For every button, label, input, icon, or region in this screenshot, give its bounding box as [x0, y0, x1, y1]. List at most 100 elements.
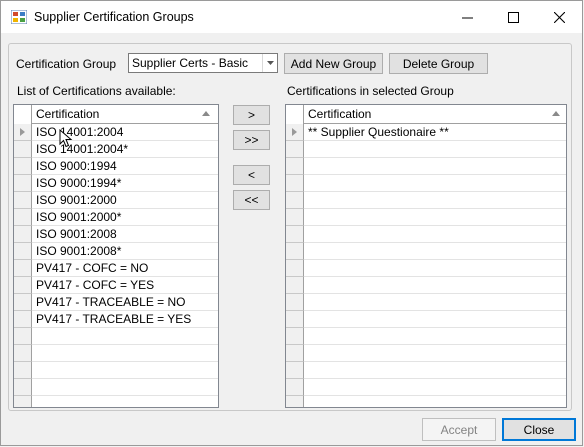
certification-cell[interactable]: PV417 - COFC = YES — [32, 277, 218, 294]
certification-cell[interactable]: ISO 9000:1994* — [32, 175, 218, 192]
row-header[interactable] — [286, 277, 304, 294]
table-row[interactable]: PV417 - TRACEABLE = YES — [14, 311, 218, 328]
certification-cell[interactable] — [304, 226, 566, 243]
row-header[interactable] — [14, 362, 32, 379]
row-header[interactable] — [286, 158, 304, 175]
table-row[interactable]: ISO 9000:1994 — [14, 158, 218, 175]
certification-cell[interactable] — [32, 396, 218, 407]
certification-cell[interactable]: PV417 - COFC = NO — [32, 260, 218, 277]
row-header[interactable] — [14, 396, 32, 407]
table-row[interactable]: ISO 9001:2008 — [14, 226, 218, 243]
empty-row[interactable] — [286, 294, 566, 311]
empty-row[interactable] — [286, 379, 566, 396]
accept-button[interactable]: Accept — [422, 418, 496, 441]
empty-row[interactable] — [14, 396, 218, 407]
add-new-group-button[interactable]: Add New Group — [284, 53, 383, 74]
certification-cell[interactable] — [32, 379, 218, 396]
row-header[interactable] — [286, 362, 304, 379]
row-header[interactable] — [286, 379, 304, 396]
row-header[interactable] — [286, 294, 304, 311]
minimize-button[interactable] — [444, 1, 490, 33]
empty-row[interactable] — [286, 192, 566, 209]
certification-cell[interactable]: ISO 9001:2000 — [32, 192, 218, 209]
empty-row[interactable] — [14, 345, 218, 362]
row-header[interactable] — [14, 379, 32, 396]
available-certifications-grid[interactable]: Certification ISO 14001:2004 ISO 14001:20… — [13, 104, 219, 408]
certification-cell[interactable] — [32, 362, 218, 379]
empty-row[interactable] — [286, 243, 566, 260]
certification-cell[interactable] — [304, 362, 566, 379]
certification-cell[interactable]: ISO 9001:2000* — [32, 209, 218, 226]
empty-row[interactable] — [286, 209, 566, 226]
column-header-certification[interactable]: Certification — [304, 105, 371, 124]
row-header[interactable] — [14, 345, 32, 362]
certification-cell[interactable] — [304, 260, 566, 277]
title-bar[interactable]: Supplier Certification Groups — [1, 1, 582, 33]
certification-cell[interactable] — [304, 209, 566, 226]
table-row[interactable]: ** Supplier Questionaire ** — [286, 124, 566, 141]
row-header[interactable] — [14, 209, 32, 226]
row-header[interactable] — [14, 158, 32, 175]
row-header[interactable] — [14, 311, 32, 328]
row-header[interactable] — [14, 124, 32, 141]
row-header[interactable] — [14, 328, 32, 345]
table-row[interactable]: ISO 14001:2004* — [14, 141, 218, 158]
row-header[interactable] — [14, 277, 32, 294]
certification-cell[interactable] — [304, 311, 566, 328]
row-header[interactable] — [14, 175, 32, 192]
row-header[interactable] — [286, 141, 304, 158]
certification-cell[interactable] — [304, 243, 566, 260]
certification-cell[interactable] — [304, 379, 566, 396]
table-row[interactable]: PV417 - COFC = YES — [14, 277, 218, 294]
certification-cell[interactable] — [32, 328, 218, 345]
row-header[interactable] — [14, 141, 32, 158]
table-row[interactable]: ISO 9001:2000* — [14, 209, 218, 226]
certification-cell[interactable] — [304, 192, 566, 209]
certification-cell[interactable]: ISO 9000:1994 — [32, 158, 218, 175]
empty-row[interactable] — [286, 175, 566, 192]
row-header[interactable] — [286, 175, 304, 192]
empty-row[interactable] — [286, 141, 566, 158]
certification-cell[interactable]: ** Supplier Questionaire ** — [304, 124, 566, 141]
certification-cell[interactable] — [304, 396, 566, 407]
certification-cell[interactable]: PV417 - TRACEABLE = NO — [32, 294, 218, 311]
row-header[interactable] — [286, 209, 304, 226]
table-row[interactable]: ISO 9001:2008* — [14, 243, 218, 260]
empty-row[interactable] — [286, 260, 566, 277]
certification-cell[interactable]: ISO 9001:2008 — [32, 226, 218, 243]
add-all-button[interactable]: >> — [233, 130, 270, 150]
row-header[interactable] — [286, 243, 304, 260]
row-header[interactable] — [14, 260, 32, 277]
row-header[interactable] — [286, 328, 304, 345]
row-header[interactable] — [286, 124, 304, 141]
certification-cell[interactable] — [304, 158, 566, 175]
row-header[interactable] — [286, 226, 304, 243]
close-button[interactable]: Close — [502, 418, 576, 441]
row-header[interactable] — [286, 192, 304, 209]
empty-row[interactable] — [286, 277, 566, 294]
certification-cell[interactable]: ISO 9001:2008* — [32, 243, 218, 260]
maximize-button[interactable] — [490, 1, 536, 33]
close-window-button[interactable] — [536, 1, 582, 33]
empty-row[interactable] — [286, 311, 566, 328]
selected-certifications-grid[interactable]: Certification ** Supplier Questionaire *… — [285, 104, 567, 408]
certification-cell[interactable] — [304, 141, 566, 158]
empty-row[interactable] — [14, 379, 218, 396]
certification-cell[interactable] — [304, 345, 566, 362]
table-row[interactable]: PV417 - TRACEABLE = NO — [14, 294, 218, 311]
row-header[interactable] — [14, 243, 32, 260]
column-header-certification[interactable]: Certification — [32, 105, 99, 124]
certification-cell[interactable] — [304, 277, 566, 294]
certification-cell[interactable] — [304, 328, 566, 345]
dropdown-arrow[interactable] — [262, 54, 277, 72]
table-row[interactable]: PV417 - COFC = NO — [14, 260, 218, 277]
empty-row[interactable] — [286, 328, 566, 345]
certification-cell[interactable] — [32, 345, 218, 362]
empty-row[interactable] — [286, 396, 566, 407]
row-header[interactable] — [286, 311, 304, 328]
empty-row[interactable] — [286, 226, 566, 243]
add-one-button[interactable]: > — [233, 105, 270, 125]
row-header[interactable] — [14, 192, 32, 209]
remove-one-button[interactable]: < — [233, 165, 270, 185]
row-header[interactable] — [286, 396, 304, 407]
